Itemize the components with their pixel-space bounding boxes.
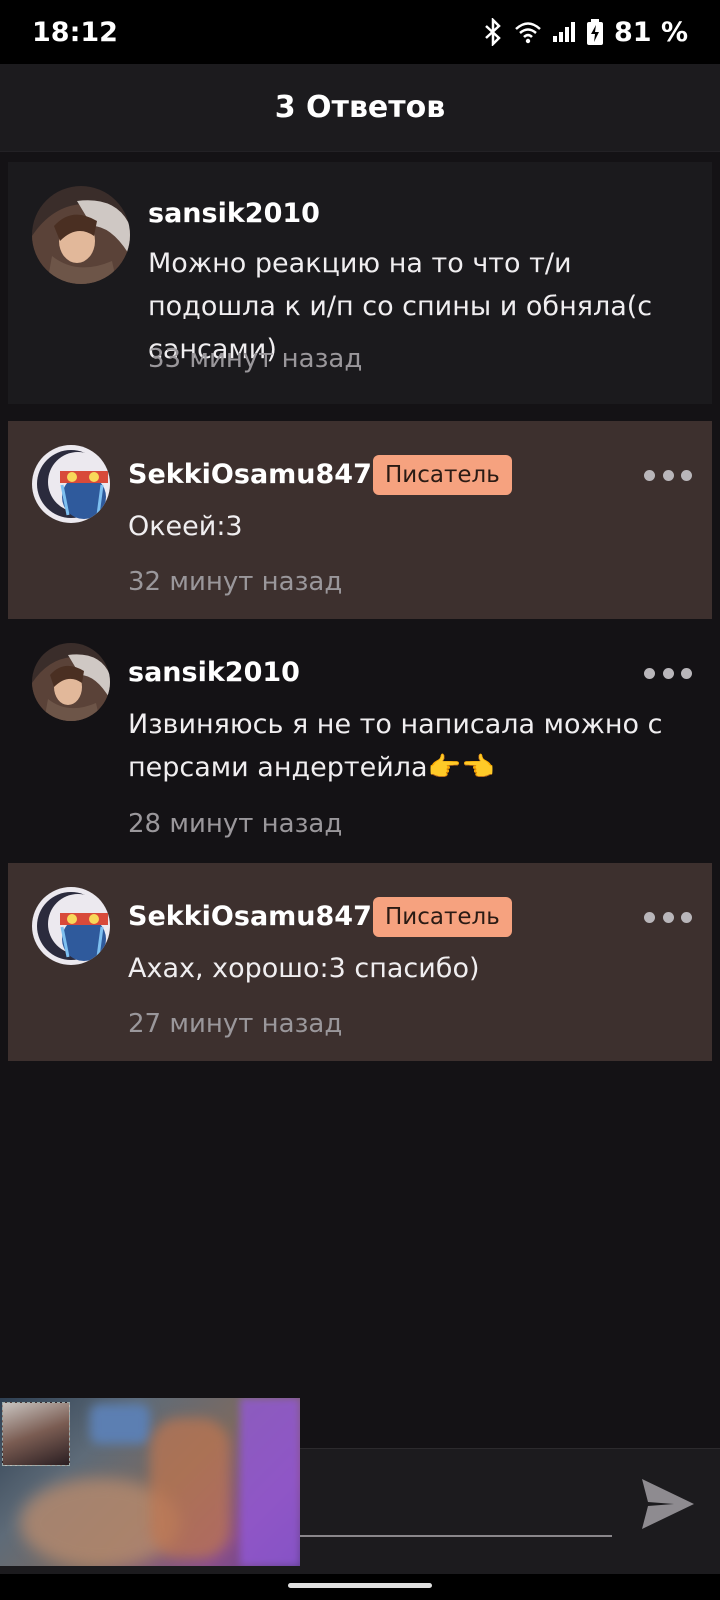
reply-text: Ахах, хорошо:3 спасибо) bbox=[128, 953, 480, 984]
reply-time: 32 минут назад bbox=[128, 567, 343, 597]
avatar[interactable] bbox=[32, 445, 110, 523]
more-options-icon[interactable] bbox=[644, 467, 692, 483]
comment-time: 33 минут назад bbox=[148, 344, 363, 374]
writer-badge: Писатель bbox=[373, 897, 512, 937]
writer-badge: Писатель bbox=[373, 455, 512, 495]
reply-text: Океей:3 bbox=[128, 511, 243, 542]
wifi-icon bbox=[515, 22, 541, 44]
comment-username[interactable]: sansik2010 bbox=[148, 198, 320, 229]
pip-video-overlay[interactable] bbox=[0, 1398, 300, 1566]
more-options-icon[interactable] bbox=[644, 665, 692, 681]
reply-item: sansik2010 Извиняюсь я не то написала мо… bbox=[8, 619, 712, 863]
bluetooth-icon bbox=[485, 18, 501, 46]
battery-charging-icon bbox=[586, 19, 603, 45]
reply-username[interactable]: SekkiOsamu847 bbox=[128, 459, 372, 490]
pip-video-frame bbox=[90, 1404, 150, 1444]
page-title: 3 Ответов bbox=[274, 90, 446, 125]
status-time: 18:12 bbox=[32, 16, 118, 48]
replies-header: 3 Ответов bbox=[0, 64, 720, 152]
signal-icon bbox=[552, 22, 575, 42]
home-gesture-handle[interactable] bbox=[288, 1583, 432, 1588]
battery-level: 81 % bbox=[613, 16, 688, 48]
avatar[interactable] bbox=[32, 643, 110, 721]
reply-time: 28 минут назад bbox=[128, 809, 343, 839]
reply-username[interactable]: SekkiOsamu847 bbox=[128, 901, 372, 932]
reply-text: Извиняюсь я не то написала можно с перса… bbox=[128, 709, 663, 783]
pip-video-frame bbox=[240, 1398, 300, 1566]
avatar[interactable] bbox=[32, 186, 130, 284]
reply-item: SekkiOsamu847 Писатель Океей:3 32 минут … bbox=[8, 421, 712, 619]
pip-video-frame bbox=[150, 1418, 230, 1558]
reply-username[interactable]: sansik2010 bbox=[128, 657, 300, 688]
more-options-icon[interactable] bbox=[644, 909, 692, 925]
root-comment: sansik2010 Можно реакцию на то что т/и п… bbox=[8, 162, 712, 404]
reply-time: 27 минут назад bbox=[128, 1009, 343, 1039]
status-icons: 81 % bbox=[482, 17, 688, 48]
status-bar: 18:12 81 % bbox=[0, 0, 720, 64]
send-icon[interactable] bbox=[638, 1475, 698, 1533]
avatar[interactable] bbox=[32, 887, 110, 965]
reply-item: SekkiOsamu847 Писатель Ахах, хорошо:3 сп… bbox=[8, 863, 712, 1061]
pip-webcam-thumbnail bbox=[2, 1402, 70, 1466]
